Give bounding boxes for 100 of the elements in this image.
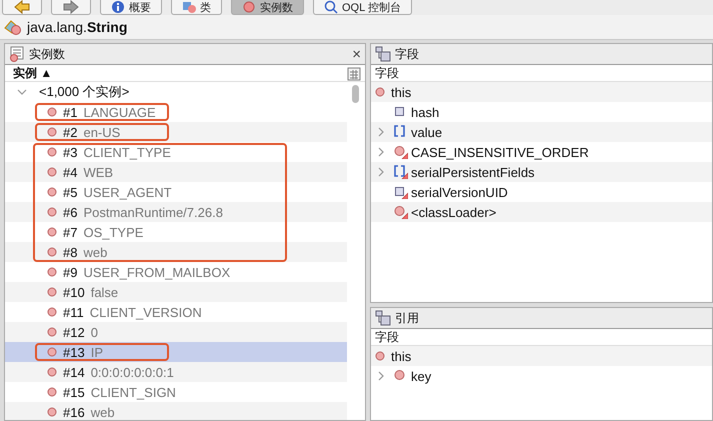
instance-number: #5 <box>63 184 78 200</box>
instance-row[interactable]: #2 en-US <box>5 122 347 142</box>
toolbar-button[interactable]: 概要 <box>100 0 162 15</box>
field-name[interactable]: this <box>391 84 412 100</box>
field-row[interactable]: serialPersistentFields <box>371 162 712 182</box>
instance-number: #4 <box>63 164 78 180</box>
field-name: key <box>411 368 432 384</box>
instance-row[interactable]: #15 CLIENT_SIGN <box>5 382 347 402</box>
back-button[interactable] <box>2 0 42 15</box>
forward-button[interactable] <box>51 0 91 15</box>
instance-row[interactable]: #12 0 <box>5 322 347 342</box>
instance-dot-icon <box>47 187 57 197</box>
class-icon <box>4 19 22 35</box>
fields-icon <box>375 46 391 62</box>
info-icon <box>111 0 125 14</box>
group-label[interactable]: <1,000 个实例> <box>39 83 130 101</box>
instance-row[interactable]: #1 LANGUAGE <box>5 102 347 122</box>
instance-value: CLIENT_SIGN <box>90 384 176 400</box>
field-row[interactable]: key <box>371 366 712 386</box>
dot-icon <box>375 351 385 361</box>
field-name: value <box>411 124 442 140</box>
instance-dot-icon <box>47 267 57 277</box>
instance-value: 0:0:0:0:0:0:0:1 <box>90 364 174 380</box>
arrow-right-icon <box>62 0 80 14</box>
instance-number: #15 <box>63 384 85 400</box>
instance-value: WEB <box>83 164 114 180</box>
instance-number: #13 <box>63 344 85 360</box>
panel-title: 字段 <box>395 46 419 62</box>
dot-icon <box>375 87 385 97</box>
field-name: serialPersistentFields <box>411 164 535 180</box>
instance-dot-icon <box>47 227 57 237</box>
class-icon <box>182 0 196 14</box>
field-row[interactable]: serialVersionUID <box>371 182 712 202</box>
instance-number: #12 <box>63 324 85 340</box>
scrollbar-thumb[interactable] <box>352 85 359 103</box>
arrow-left-icon <box>13 0 31 14</box>
instance-value: OS_TYPE <box>83 224 144 240</box>
instance-dot-icon <box>47 407 57 417</box>
instance-dot-icon <box>47 147 57 157</box>
instance-row[interactable]: #3 CLIENT_TYPE <box>5 142 347 162</box>
grid-icon <box>347 67 361 81</box>
instance-number: #2 <box>63 124 78 140</box>
instance-number: #3 <box>63 144 78 160</box>
instance-value: false <box>90 284 118 300</box>
instance-row[interactable]: #14 0:0:0:0:0:0:0:1 <box>5 362 347 382</box>
toolbar-button[interactable]: 实例数 <box>231 0 304 15</box>
field-row[interactable]: CASE_INSENSITIVE_ORDER <box>371 142 712 162</box>
field-name: hash <box>411 104 440 120</box>
instance-row[interactable]: #8 web <box>5 242 347 262</box>
instance-value: 0 <box>90 324 98 340</box>
instance-value: CLIENT_TYPE <box>83 144 171 160</box>
instance-value: en-US <box>83 124 120 140</box>
toolbar-button[interactable]: OQL 控制台 <box>313 0 412 15</box>
instance-value: web <box>83 244 108 260</box>
instance-number: #14 <box>63 364 85 380</box>
field-row[interactable]: value <box>371 122 712 142</box>
instance-dot-icon <box>47 387 57 397</box>
field-name: CASE_INSENSITIVE_ORDER <box>411 144 589 160</box>
instance-row[interactable]: #9 USER_FROM_MAILBOX <box>5 262 347 282</box>
instance-dot-icon <box>47 327 57 337</box>
field-row[interactable]: hash <box>371 102 712 122</box>
instance-value: IP <box>90 344 103 360</box>
instance-row[interactable]: #16 web <box>5 402 347 420</box>
instance-dot-icon <box>47 247 57 257</box>
instance-number: #10 <box>63 284 85 300</box>
instance-row[interactable]: #6 PostmanRuntime/7.26.8 <box>5 202 347 222</box>
instance-dot-icon <box>47 167 57 177</box>
instance-value: PostmanRuntime/7.26.8 <box>83 204 223 220</box>
instance-dot-icon <box>47 347 57 357</box>
instance-dot-icon <box>47 127 57 137</box>
table-icon <box>9 46 25 62</box>
instance-row[interactable]: #10 false <box>5 282 347 302</box>
field-name: <classLoader> <box>411 204 496 220</box>
field-row[interactable]: <classLoader> <box>371 202 712 222</box>
class-name: java.lang.String <box>27 19 128 35</box>
references-icon <box>375 310 391 326</box>
instance-number: #1 <box>63 104 78 120</box>
field-name: serialVersionUID <box>411 184 508 200</box>
instance-row[interactable]: #11 CLIENT_VERSION <box>5 302 347 322</box>
instance-dot-icon <box>47 307 57 317</box>
instance-value: CLIENT_VERSION <box>90 304 202 320</box>
instance-value: web <box>90 404 115 420</box>
instance-row[interactable]: #7 OS_TYPE <box>5 222 347 242</box>
chevron-right-icon <box>377 371 385 381</box>
instance-dot-icon <box>47 107 57 117</box>
instance-value: USER_AGENT <box>83 184 172 200</box>
instance-dot-icon <box>47 207 57 217</box>
instance-dot-icon <box>47 287 57 297</box>
instance-row[interactable]: #4 WEB <box>5 162 347 182</box>
panel-title: 引用 <box>395 310 419 326</box>
close-button[interactable]: × <box>352 46 361 62</box>
instance-number: #16 <box>63 404 85 420</box>
instance-number: #11 <box>63 304 84 320</box>
field-name[interactable]: this <box>391 348 412 364</box>
instance-number: #9 <box>63 264 78 280</box>
instance-row[interactable]: #5 USER_AGENT <box>5 182 347 202</box>
instance-number: #7 <box>63 224 78 240</box>
toolbar-button[interactable]: 类 <box>171 0 222 15</box>
panel-title: 实例数 <box>29 46 65 62</box>
instance-row[interactable]: #13 IP <box>5 342 347 362</box>
